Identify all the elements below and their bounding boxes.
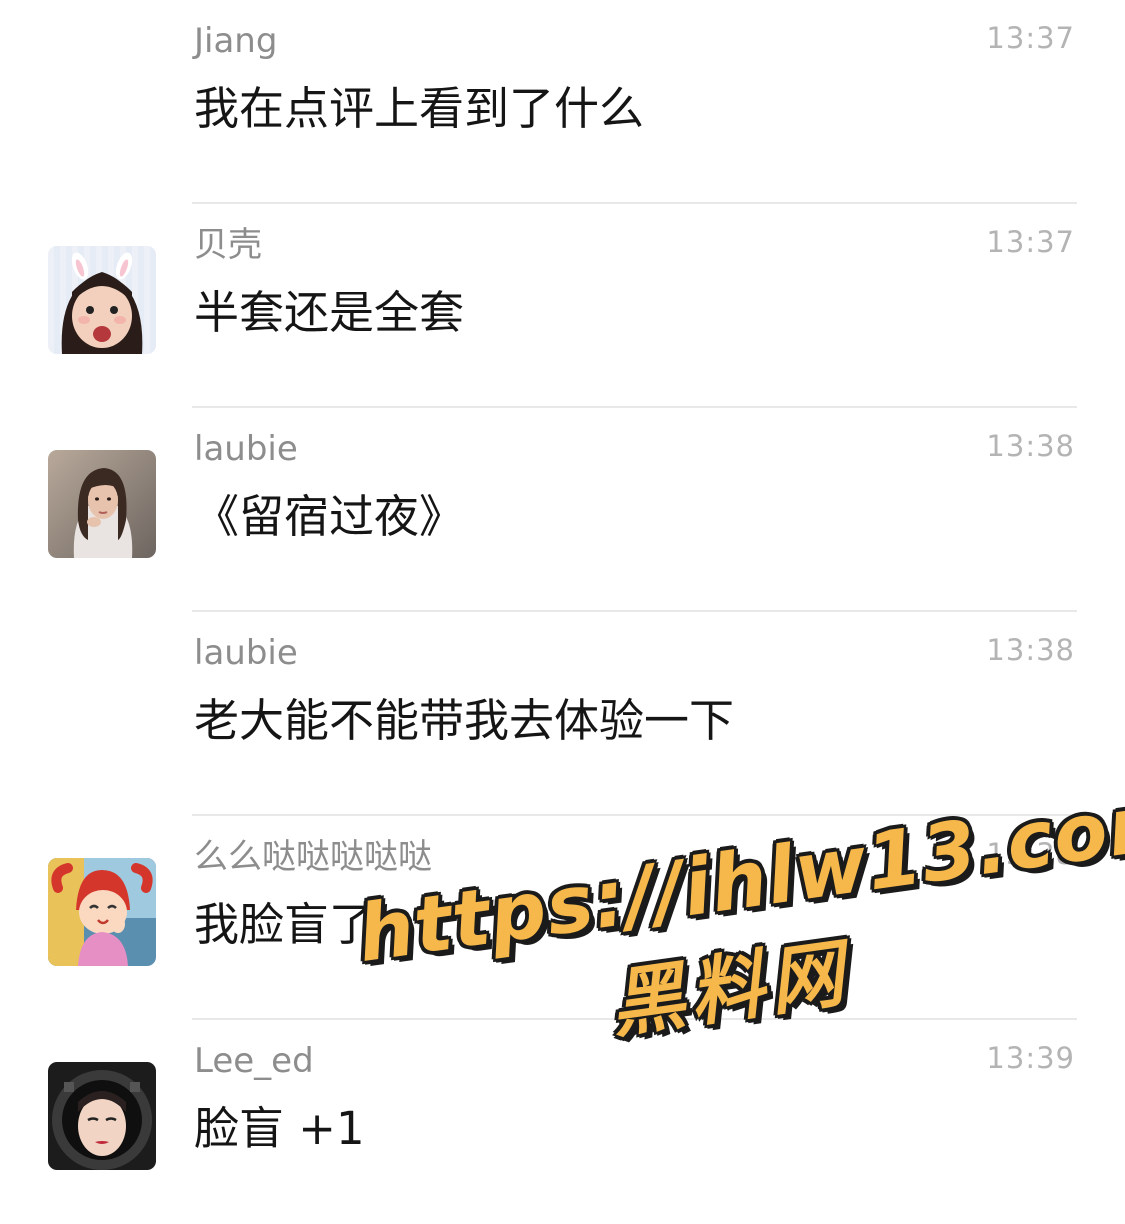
message-time: 13:38: [986, 633, 1075, 667]
message-time: 13:39: [986, 1041, 1075, 1075]
message-text[interactable]: 我脸盲了: [194, 896, 374, 954]
avatar[interactable]: [48, 1062, 156, 1170]
avatar[interactable]: [48, 246, 156, 354]
message-time: 13:37: [986, 21, 1075, 55]
message-text[interactable]: 《留宿过夜》: [194, 488, 464, 546]
cartoon-girl-avatar: [48, 858, 156, 966]
avatar[interactable]: [48, 450, 156, 558]
chat-message-row[interactable]: 么么哒哒哒哒哒 13:38 我脸盲了: [0, 816, 1125, 1020]
message-time: 13:38: [986, 429, 1075, 463]
sender-name: Jiang: [194, 21, 278, 61]
avatar[interactable]: [48, 858, 156, 966]
message-text[interactable]: 半套还是全套: [194, 284, 464, 342]
chat-message-row[interactable]: laubie 13:38 《留宿过夜》: [0, 408, 1125, 612]
chat-message-row[interactable]: laubie 13:38 老大能不能带我去体验一下: [0, 612, 1125, 816]
sender-name: Lee_ed: [194, 1041, 314, 1081]
message-text[interactable]: 脸盲 +1: [194, 1100, 365, 1158]
sender-name: 么么哒哒哒哒哒: [194, 837, 432, 877]
message-time: 13:38: [986, 837, 1075, 871]
helmet-photo-avatar: [48, 1062, 156, 1170]
message-text[interactable]: 我在点评上看到了什么: [194, 80, 644, 138]
message-time: 13:37: [986, 225, 1075, 259]
sender-name: 贝壳: [194, 225, 262, 265]
woman-photo-avatar: [48, 450, 156, 558]
message-text[interactable]: 老大能不能带我去体验一下: [194, 692, 734, 750]
chat-message-row[interactable]: 贝壳 13:37 半套还是全套: [0, 204, 1125, 408]
sender-name: laubie: [194, 429, 298, 469]
sender-name: laubie: [194, 633, 298, 673]
chat-message-row[interactable]: Lee_ed 13:39 脸盲 +1: [0, 1020, 1125, 1224]
child-photo-avatar: [48, 246, 156, 354]
chat-message-row[interactable]: Jiang 13:37 我在点评上看到了什么: [0, 0, 1125, 204]
